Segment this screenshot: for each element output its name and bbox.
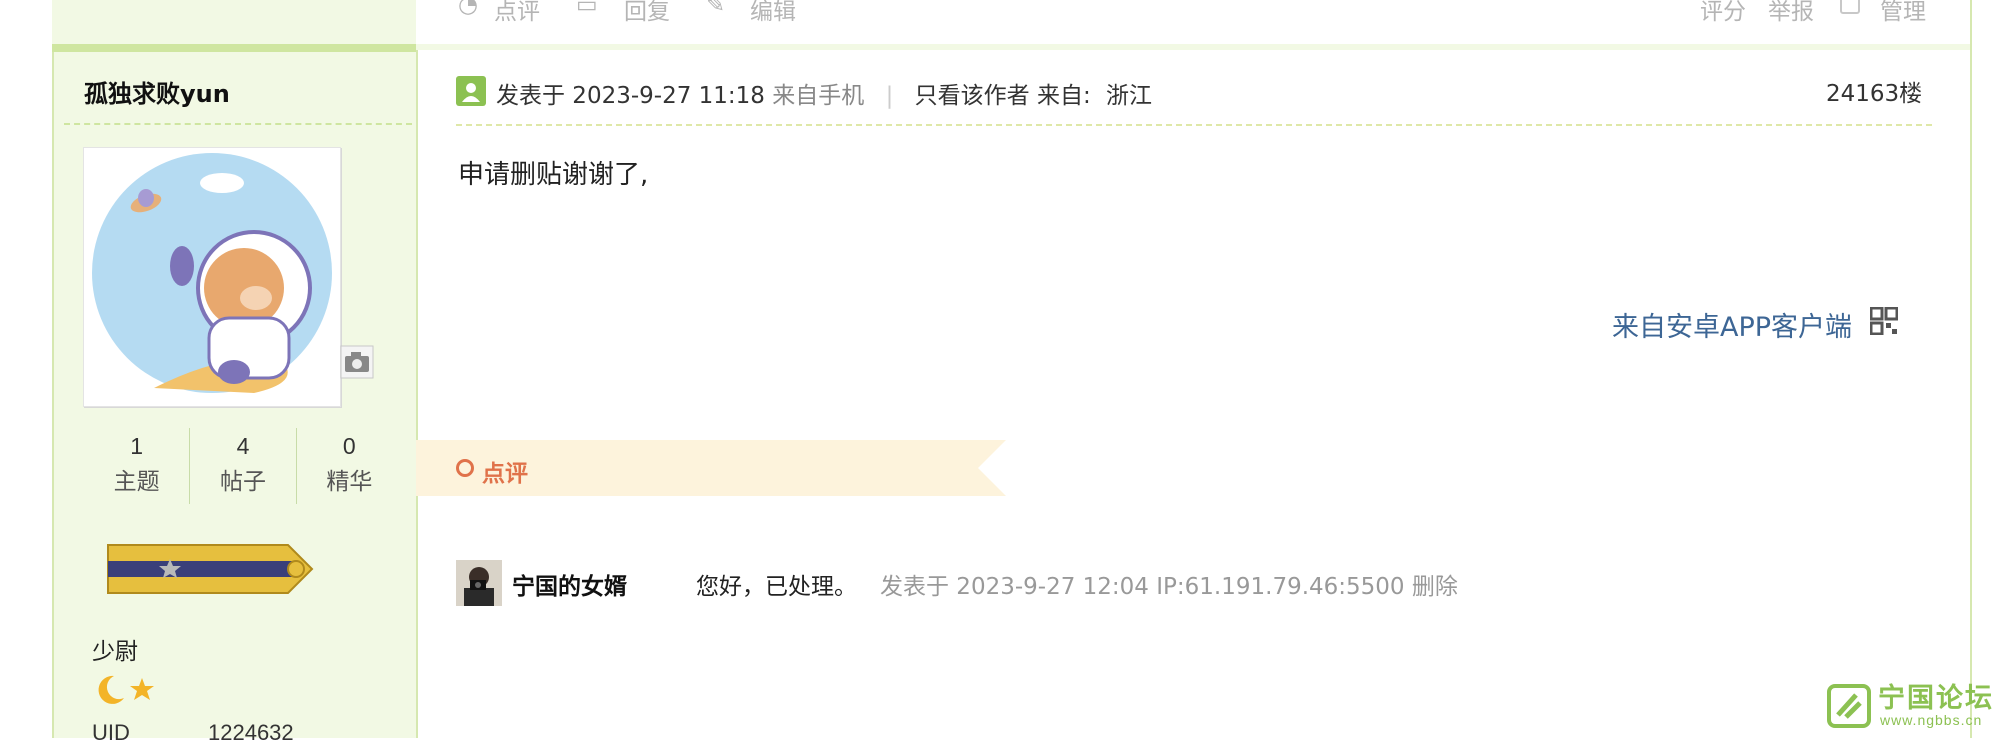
uid-label: UID xyxy=(92,720,130,745)
author-username[interactable]: 孤独求败yun xyxy=(84,74,230,109)
right-border xyxy=(1970,0,1972,738)
watermark-url: www.ngbbs.cn xyxy=(1880,712,1983,728)
uid-value: 1224632 xyxy=(208,720,294,745)
author-stats: 1 主题 4 帖子 0 精华 xyxy=(84,428,402,504)
comment-section-title: 点评 xyxy=(482,461,528,487)
comment-meta: 发表于 2023-9-27 12:04 IP:61.191.79.46:5500… xyxy=(880,567,1458,601)
post-meta: 发表于 2023-9-27 11:18 来自手机 | 只看该作者 来自: 浙江 xyxy=(496,76,1152,110)
post-content: 申请删贴谢谢了, xyxy=(458,160,649,190)
author-avatar[interactable] xyxy=(83,147,341,407)
post-date: 发表于 2023-9-27 11:18 xyxy=(496,83,765,109)
prev-manage-button[interactable]: 管理 xyxy=(1880,0,1926,26)
comment-icon[interactable]: ◔ xyxy=(458,0,478,18)
stat-topics-value: 1 xyxy=(130,433,144,459)
prev-sidebar-cell xyxy=(52,0,416,44)
stat-digest-value: 0 xyxy=(342,433,356,459)
prev-edit-button[interactable]: 编辑 xyxy=(750,0,796,26)
meta-separator: | xyxy=(885,83,894,109)
post-location: 浙江 xyxy=(1106,83,1152,109)
edit-icon[interactable]: ✎ xyxy=(706,0,725,18)
prev-reply-button[interactable]: 回复 xyxy=(624,0,670,26)
from-label: 来自: xyxy=(1036,83,1091,109)
stat-posts-label: 帖子 xyxy=(219,469,266,495)
watermark-name: 宁国论坛 xyxy=(1878,683,1994,714)
stat-posts[interactable]: 4 帖子 xyxy=(190,428,297,504)
comment-date-ip: 发表于 2023-9-27 12:04 IP:61.191.79.46:5500 xyxy=(880,574,1405,600)
sidebar-divider xyxy=(64,123,412,125)
prev-comment-button[interactable]: 点评 xyxy=(494,0,540,26)
stat-topics[interactable]: 1 主题 xyxy=(84,428,191,504)
floor-number[interactable]: 24163楼 xyxy=(1826,74,1922,108)
online-status-icon xyxy=(456,76,486,106)
app-source-link[interactable]: 来自安卓APP客户端 xyxy=(1612,305,1852,344)
manage-checkbox[interactable] xyxy=(1840,0,1860,14)
post-top-line xyxy=(416,44,1972,50)
moon-star-icon xyxy=(92,672,162,708)
stat-posts-value: 4 xyxy=(236,433,250,459)
qr-code-icon[interactable] xyxy=(1869,306,1899,336)
comment-ring-icon xyxy=(456,459,474,477)
stat-topics-label: 主题 xyxy=(113,469,160,495)
prev-post-toolbar: ◔ 点评 ▭ 回复 ✎ 编辑 评分 举报 管理 xyxy=(416,0,1972,44)
post-source: 来自手机 xyxy=(772,83,865,109)
post-header-divider xyxy=(456,124,1932,126)
comment-text: 您好，已处理。 xyxy=(696,574,857,600)
comment-delete-link[interactable]: 删除 xyxy=(1412,574,1458,600)
rank-badge-icon xyxy=(106,541,314,597)
commenter-username[interactable]: 宁国的女婿 xyxy=(512,567,627,601)
stat-digest-label: 精华 xyxy=(326,469,373,495)
prev-report-button[interactable]: 举报 xyxy=(1768,0,1814,26)
camera-icon[interactable] xyxy=(340,345,374,379)
only-author-link[interactable]: 只看该作者 xyxy=(915,83,1030,109)
commenter-avatar[interactable] xyxy=(456,560,502,606)
stat-digest[interactable]: 0 精华 xyxy=(297,428,402,504)
post-divider-band xyxy=(52,44,416,52)
forum-logo-icon xyxy=(1826,683,1872,729)
rank-title: 少尉 xyxy=(92,639,138,665)
reply-icon[interactable]: ▭ xyxy=(576,0,598,18)
prev-rate-button[interactable]: 评分 xyxy=(1700,0,1746,26)
